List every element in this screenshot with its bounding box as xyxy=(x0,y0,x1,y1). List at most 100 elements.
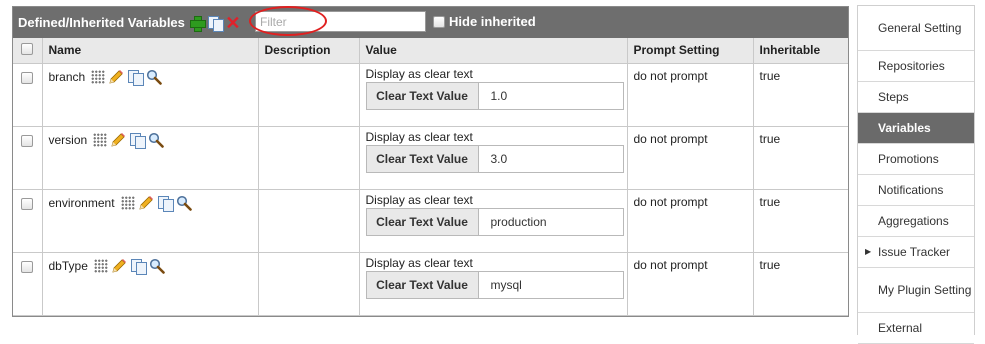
variables-panel: Defined/Inherited Variables ✕ Hide inher… xyxy=(12,6,849,317)
sidenav-item-notifications[interactable]: Notifications xyxy=(858,175,974,206)
select-all-checkbox[interactable] xyxy=(21,42,34,55)
clear-text-value-button[interactable]: Clear Text Value xyxy=(366,208,479,235)
chevron-right-icon: ▶ xyxy=(865,247,872,256)
header-name[interactable]: Name xyxy=(42,38,259,64)
hide-inherited-label: Hide inherited xyxy=(449,14,536,29)
clear-text-value-button[interactable]: Clear Text Value xyxy=(366,271,479,298)
sidenav-item-aggregations[interactable]: Aggregations xyxy=(858,206,974,237)
sidenav-item-issue-tracker[interactable]: ▶ Issue Tracker xyxy=(858,237,974,268)
value-cell: Display as clear text Clear Text Value m… xyxy=(359,252,628,316)
prompt-setting-cell: do not prompt xyxy=(627,63,754,127)
value-cell: Display as clear text Clear Text Value p… xyxy=(359,189,628,253)
sidenav-item-label: Aggregations xyxy=(878,214,949,228)
value-field: Clear Text Value production xyxy=(365,207,624,236)
sidenav-item-promotions[interactable]: Promotions xyxy=(858,144,974,175)
row-checkbox[interactable] xyxy=(21,260,34,273)
prompt-setting-cell: do not prompt xyxy=(627,189,754,253)
add-icon[interactable] xyxy=(189,15,206,32)
copy-icon[interactable] xyxy=(127,69,145,86)
display-mode-text: Display as clear text xyxy=(365,129,473,144)
description-cell xyxy=(258,126,360,190)
copy-icon[interactable] xyxy=(130,258,147,275)
search-icon[interactable] xyxy=(176,195,192,211)
row-select-cell xyxy=(13,63,43,127)
sidenav-item-label: Steps xyxy=(878,90,909,104)
prompt-setting-cell: do not prompt xyxy=(627,126,754,190)
prompt-setting-cell: do not prompt xyxy=(627,252,754,316)
name-cell: dbType xyxy=(42,252,259,316)
variable-name: version xyxy=(48,132,88,147)
variable-value[interactable]: 1.0 xyxy=(479,83,508,109)
delete-icon[interactable]: ✕ xyxy=(225,14,241,32)
description-cell xyxy=(258,189,360,253)
name-cell: branch xyxy=(42,63,259,127)
sidenav-item-external[interactable]: External xyxy=(858,313,974,344)
hide-inherited-checkbox[interactable] xyxy=(433,15,445,28)
sidenav-item-my-plugin-setting[interactable]: My Plugin Setting xyxy=(858,268,974,313)
variable-value[interactable]: mysql xyxy=(479,272,522,298)
sidenav-item-variables[interactable]: Variables xyxy=(858,113,974,144)
panel-toolbar: Defined/Inherited Variables ✕ Hide inher… xyxy=(13,6,848,38)
search-icon[interactable] xyxy=(148,132,164,148)
drag-handle-icon[interactable] xyxy=(120,195,135,210)
table-row: branch Display as clear text Clear Text … xyxy=(13,63,848,127)
row-checkbox[interactable] xyxy=(21,71,34,84)
header-inheritable[interactable]: Inheritable xyxy=(753,38,848,64)
value-field: Clear Text Value 3.0 xyxy=(365,144,624,173)
filter-wrap xyxy=(249,6,426,36)
variable-name: dbType xyxy=(48,258,88,273)
header-prompt-setting[interactable]: Prompt Setting xyxy=(627,38,754,64)
row-select-cell xyxy=(13,252,43,316)
variable-name: environment xyxy=(48,195,115,210)
drag-handle-icon[interactable] xyxy=(93,132,108,147)
variable-value[interactable]: 3.0 xyxy=(479,146,508,172)
header-description[interactable]: Description xyxy=(258,38,360,64)
sidenav-item-general-setting[interactable]: General Setting xyxy=(858,6,974,51)
row-checkbox[interactable] xyxy=(21,134,34,147)
sidenav-item-label: My Plugin Setting xyxy=(878,283,972,297)
sidenav-item-label: Variables xyxy=(878,121,931,135)
edit-icon[interactable] xyxy=(110,132,126,148)
display-mode-text: Display as clear text xyxy=(365,66,473,81)
sidenav-item-label: General Setting xyxy=(878,21,962,35)
inheritable-cell: true xyxy=(753,189,848,253)
sidenav-item-label: Notifications xyxy=(878,183,944,197)
edit-icon[interactable] xyxy=(108,69,124,85)
inheritable-cell: true xyxy=(753,63,848,127)
copy-icon[interactable] xyxy=(129,132,147,149)
value-field: Clear Text Value mysql xyxy=(365,270,624,299)
table-header-row: Name Description Value Prompt Setting In… xyxy=(13,38,848,64)
description-cell xyxy=(258,63,360,127)
description-cell xyxy=(258,252,360,316)
sidenav-item-steps[interactable]: Steps xyxy=(858,82,974,113)
inheritable-cell: true xyxy=(753,252,848,316)
inheritable-cell: true xyxy=(753,126,848,190)
value-field: Clear Text Value 1.0 xyxy=(365,81,624,110)
copy-icon[interactable] xyxy=(157,195,174,212)
variable-value[interactable]: production xyxy=(479,209,547,235)
sidenav-item-label: Repositories xyxy=(878,59,945,73)
row-checkbox[interactable] xyxy=(21,197,34,210)
hide-inherited: Hide inherited xyxy=(433,14,536,29)
clear-text-value-button[interactable]: Clear Text Value xyxy=(366,145,479,172)
header-value[interactable]: Value xyxy=(359,38,628,64)
edit-icon[interactable] xyxy=(111,258,127,274)
filter-input[interactable] xyxy=(255,11,426,32)
sidenav-item-label: External xyxy=(878,321,923,335)
drag-handle-icon[interactable] xyxy=(93,258,108,273)
search-icon[interactable] xyxy=(149,258,165,274)
sidenav-item-repositories[interactable]: Repositories xyxy=(858,51,974,82)
variable-name: branch xyxy=(48,69,86,84)
value-cell: Display as clear text Clear Text Value 3… xyxy=(359,126,628,190)
edit-icon[interactable] xyxy=(138,195,154,211)
row-select-cell xyxy=(13,189,43,253)
drag-handle-icon[interactable] xyxy=(91,69,106,84)
table-row: dbType Display as clear text Clear Text … xyxy=(13,252,848,316)
name-cell: environment xyxy=(42,189,259,253)
sidenav-item-label: Issue Tracker xyxy=(878,245,951,259)
table-row: environment Display as clear text Clear … xyxy=(13,189,848,253)
clear-text-value-button[interactable]: Clear Text Value xyxy=(366,82,479,109)
search-icon[interactable] xyxy=(146,69,163,85)
copy-icon[interactable] xyxy=(207,15,224,32)
value-cell: Display as clear text Clear Text Value 1… xyxy=(359,63,628,127)
